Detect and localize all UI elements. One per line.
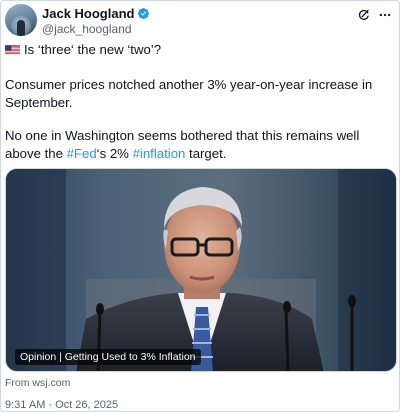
more-options-icon[interactable] [377, 8, 393, 22]
link-card-image[interactable]: Opinion | Getting Used to 3% Inflation [5, 168, 397, 372]
link-source[interactable]: From wsj.com [5, 377, 70, 389]
tweet-p3-part2: ‘s 2% [96, 146, 133, 161]
tweet-line-1-text: Is ‘three‘ the new ‘two’? [24, 42, 162, 57]
tweet-timestamp[interactable]: 9:31 AM · Oct 26, 2025 [5, 399, 118, 411]
tweet-header: Jack Hoogland @jack_hoogland [5, 4, 397, 38]
author-name-row[interactable]: Jack Hoogland [42, 6, 150, 21]
flag-us-icon [5, 45, 20, 55]
tweet-paragraph-3: No one in Washington seems bothered that… [5, 127, 395, 163]
author-name[interactable]: Jack Hoogland [42, 6, 134, 21]
grok-icon[interactable] [357, 8, 371, 22]
author-handle[interactable]: @jack_hoogland [42, 22, 132, 36]
hashtag-fed-link[interactable]: #Fed [67, 146, 97, 161]
tweet-card: Jack Hoogland @jack_hoogland Is ‘three‘ … [0, 0, 400, 412]
article-photo [6, 169, 396, 371]
verified-badge-icon [138, 7, 150, 20]
tweet-paragraph-2: Consumer prices notched another 3% year-… [5, 77, 373, 110]
hashtag-inflation-link[interactable]: #inflation [133, 146, 186, 161]
tweet-line-1: Is ‘three‘ the new ‘two’? [5, 41, 161, 59]
link-card-title[interactable]: Opinion | Getting Used to 3% Inflation [15, 349, 201, 365]
avatar[interactable] [5, 4, 37, 36]
tweet-p3-part3: target. [185, 146, 227, 161]
